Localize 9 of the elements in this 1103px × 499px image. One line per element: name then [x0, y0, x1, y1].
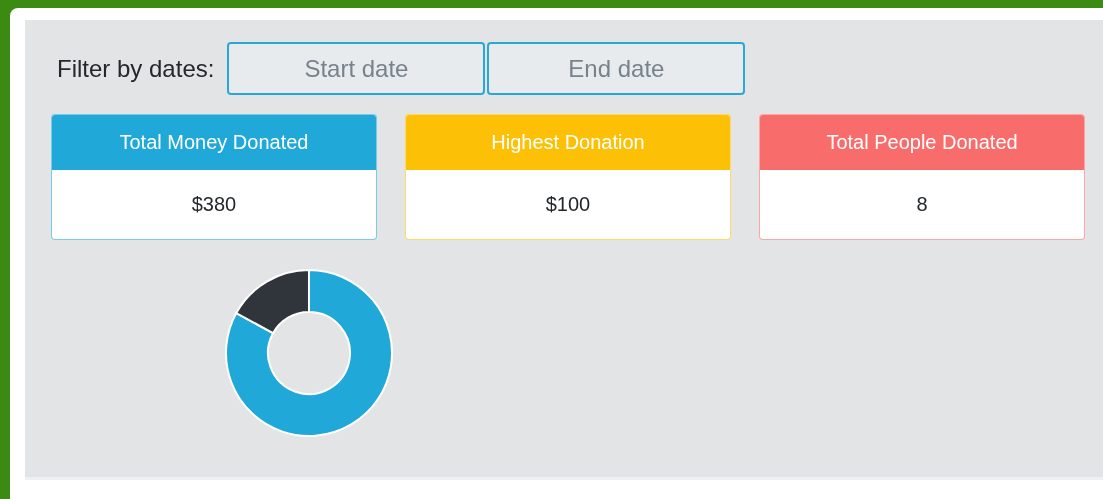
- card-value: $380: [190, 192, 238, 217]
- card-title: Highest Donation: [406, 115, 730, 170]
- date-field[interactable]: Start date: [227, 42, 486, 95]
- card-title: Total People Donated: [760, 115, 1084, 170]
- date-field[interactable]: End date: [487, 42, 746, 95]
- card-value: 8: [915, 192, 929, 217]
- card-value: $100: [544, 192, 592, 217]
- card-title: Total Money Donated: [52, 115, 376, 170]
- filter-label: Filter by dates:: [57, 54, 215, 83]
